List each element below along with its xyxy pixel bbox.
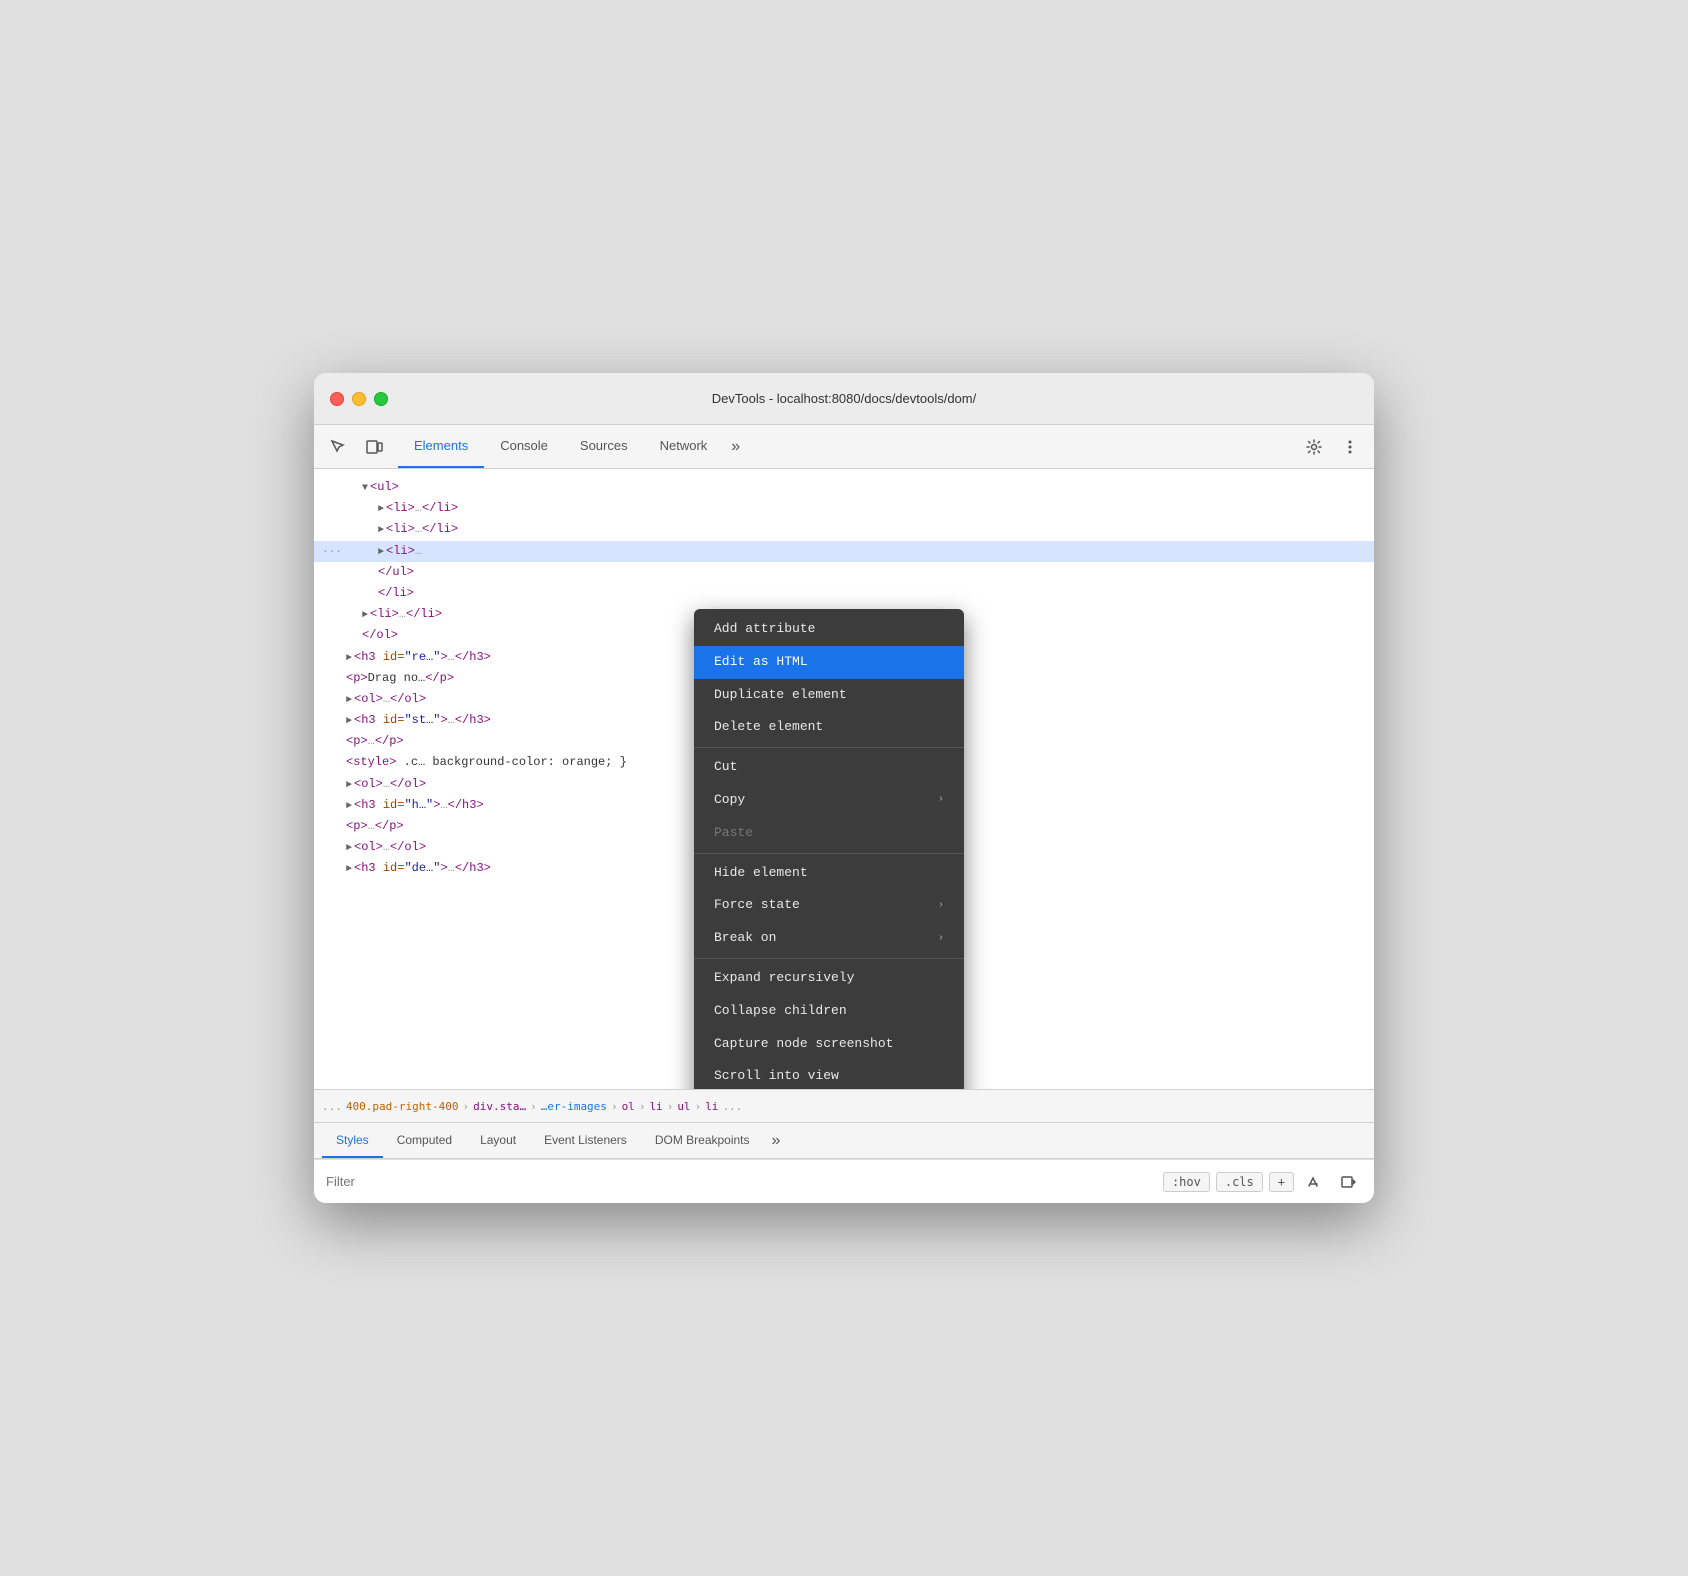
toolbar: Elements Console Sources Network » — [314, 425, 1374, 469]
traffic-lights — [330, 392, 388, 406]
ctx-cut[interactable]: Cut — [694, 751, 964, 784]
tab-layout[interactable]: Layout — [466, 1123, 530, 1158]
dom-line[interactable]: </li> — [314, 583, 1374, 604]
ctx-sep-2 — [694, 853, 964, 854]
inspect-icon[interactable] — [322, 431, 354, 463]
context-menu: Add attribute Edit as HTML Duplicate ele… — [694, 609, 964, 1089]
ctx-edit-html[interactable]: Edit as HTML — [694, 646, 964, 679]
more-options-icon[interactable] — [1334, 431, 1366, 463]
elements-panel: ▼<ul> ►<li>…</li> ►<li>…</li> ... ►<li>…… — [314, 469, 1374, 1089]
breadcrumb-item-6[interactable]: li — [705, 1100, 718, 1113]
filter-bar: :hov .cls + — [314, 1159, 1374, 1203]
breadcrumb-item-4[interactable]: li — [649, 1100, 662, 1113]
tab-network[interactable]: Network — [644, 425, 724, 468]
hov-button[interactable]: :hov — [1163, 1172, 1210, 1192]
tab-computed[interactable]: Computed — [383, 1123, 466, 1158]
settings-icon[interactable] — [1298, 431, 1330, 463]
ctx-hide[interactable]: Hide element — [694, 857, 964, 890]
dom-line[interactable]: </ul> — [314, 562, 1374, 583]
ctx-copy[interactable]: Copy › — [694, 784, 964, 817]
tab-dom-breakpoints[interactable]: DOM Breakpoints — [641, 1123, 764, 1158]
ctx-sep-3 — [694, 958, 964, 959]
breadcrumb-item-1[interactable]: div.sta… — [473, 1100, 526, 1113]
dom-line[interactable]: ►<li>…</li> — [314, 498, 1374, 519]
more-bottom-tabs-button[interactable]: » — [764, 1132, 789, 1150]
breadcrumb-item-5[interactable]: ul — [677, 1100, 690, 1113]
arrow-icon[interactable] — [1334, 1168, 1362, 1196]
ctx-scroll[interactable]: Scroll into view — [694, 1060, 964, 1089]
breadcrumb-item-0[interactable]: 400.pad-right-400 — [346, 1100, 459, 1113]
ctx-paste: Paste — [694, 817, 964, 850]
device-icon[interactable] — [358, 431, 390, 463]
ctx-sep-1 — [694, 747, 964, 748]
copy-arrow-icon: › — [938, 792, 944, 808]
filter-input[interactable] — [326, 1174, 1155, 1189]
force-state-arrow-icon: › — [938, 898, 944, 914]
filter-buttons: :hov .cls + — [1163, 1168, 1362, 1196]
breadcrumb-dots-end[interactable]: ... — [722, 1100, 742, 1113]
tab-event-listeners[interactable]: Event Listeners — [530, 1123, 641, 1158]
ctx-break-on[interactable]: Break on › — [694, 922, 964, 955]
ctx-expand[interactable]: Expand recursively — [694, 962, 964, 995]
ctx-capture[interactable]: Capture node screenshot — [694, 1028, 964, 1061]
maximize-button[interactable] — [374, 392, 388, 406]
dots-indicator: ... — [322, 542, 342, 560]
breadcrumb-bar: ... 400.pad-right-400 › div.sta… › …er-i… — [314, 1089, 1374, 1123]
toolbar-right — [1298, 431, 1366, 463]
breadcrumb-item-3[interactable]: ol — [622, 1100, 635, 1113]
tab-console[interactable]: Console — [484, 425, 564, 468]
tab-sources[interactable]: Sources — [564, 425, 644, 468]
paint-icon[interactable] — [1300, 1168, 1328, 1196]
dom-line-selected[interactable]: ... ►<li>… — [314, 541, 1374, 562]
close-button[interactable] — [330, 392, 344, 406]
bottom-tabs: Styles Computed Layout Event Listeners D… — [314, 1123, 1374, 1159]
titlebar: DevTools - localhost:8080/docs/devtools/… — [314, 373, 1374, 425]
more-tabs-button[interactable]: » — [723, 438, 748, 456]
break-on-arrow-icon: › — [938, 931, 944, 947]
minimize-button[interactable] — [352, 392, 366, 406]
tab-elements[interactable]: Elements — [398, 425, 484, 468]
ctx-collapse[interactable]: Collapse children — [694, 995, 964, 1028]
dom-line[interactable]: ▼<ul> — [314, 477, 1374, 498]
breadcrumb-item-2[interactable]: …er-images — [541, 1100, 607, 1113]
tab-styles[interactable]: Styles — [322, 1123, 383, 1158]
devtools-window: DevTools - localhost:8080/docs/devtools/… — [314, 373, 1374, 1203]
cls-button[interactable]: .cls — [1216, 1172, 1263, 1192]
dom-line[interactable]: ►<li>…</li> — [314, 519, 1374, 540]
ctx-delete[interactable]: Delete element — [694, 711, 964, 744]
ctx-force-state[interactable]: Force state › — [694, 889, 964, 922]
new-style-rule-button[interactable]: + — [1269, 1172, 1294, 1192]
breadcrumb-dots-start[interactable]: ... — [322, 1100, 342, 1113]
toolbar-tabs: Elements Console Sources Network » — [398, 425, 1294, 468]
window-title: DevTools - localhost:8080/docs/devtools/… — [712, 391, 976, 406]
ctx-add-attribute[interactable]: Add attribute — [694, 613, 964, 646]
ctx-duplicate[interactable]: Duplicate element — [694, 679, 964, 712]
